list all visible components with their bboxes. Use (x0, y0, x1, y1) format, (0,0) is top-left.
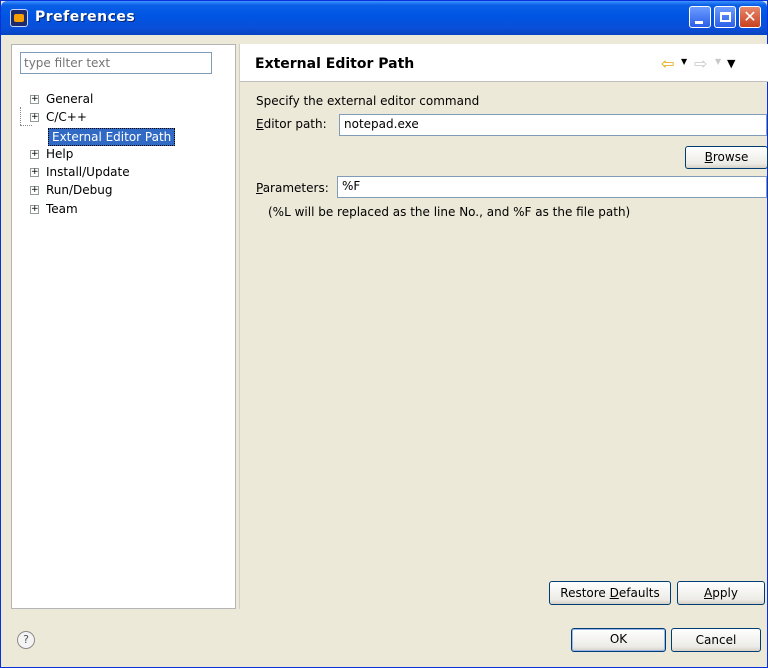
page-header: External Editor Path ⇦ ▼ ⇨ ▼ ▼ (240, 44, 768, 82)
filter-input[interactable] (20, 52, 212, 74)
expand-icon[interactable] (30, 186, 39, 196)
help-icon[interactable]: ? (17, 631, 35, 649)
parameters-field[interactable]: %F (337, 176, 767, 198)
expand-icon[interactable] (30, 168, 39, 178)
tree-item-label: Help (46, 146, 74, 161)
tree-item-label: C/C++ (46, 110, 87, 125)
preference-page: External Editor Path ⇦ ▼ ⇨ ▼ ▼ Specify t… (239, 44, 768, 609)
expand-icon[interactable] (30, 113, 39, 123)
browse-button[interactable]: Browse (685, 146, 768, 169)
page-description: Specify the external editor command (256, 94, 480, 108)
tree-item-label: Install/Update (46, 165, 130, 180)
tree-connector (20, 125, 32, 126)
editor-path-label: Editor path: (256, 117, 327, 131)
tree-connector (20, 107, 21, 125)
preferences-window: Preferences ✕ General C/C++ External Edi… (0, 0, 768, 668)
window-title: Preferences (35, 9, 136, 25)
back-arrow-icon[interactable]: ⇦ (661, 54, 674, 73)
parameters-label: Parameters: (256, 181, 329, 195)
maximize-button[interactable] (714, 6, 736, 28)
tree-item-label: External Editor Path (48, 127, 176, 146)
ok-button[interactable]: OK (571, 628, 666, 652)
restore-defaults-button[interactable]: Restore Defaults (549, 581, 671, 605)
app-icon (10, 9, 28, 27)
back-dropdown-icon[interactable]: ▼ (681, 57, 687, 66)
tree-item-label: General (46, 92, 94, 106)
expand-icon[interactable] (30, 95, 39, 104)
title-bar[interactable]: Preferences ✕ (1, 1, 767, 35)
close-button[interactable]: ✕ (739, 6, 761, 28)
editor-path-field[interactable]: notepad.exe (339, 114, 767, 136)
tree-item-label: Run/Debug (46, 183, 113, 198)
minimize-button[interactable] (689, 6, 711, 28)
forward-arrow-icon[interactable]: ⇨ (694, 54, 707, 73)
tree-item-label: Team (46, 201, 78, 216)
cancel-button[interactable]: Cancel (671, 628, 761, 652)
expand-icon[interactable] (30, 149, 39, 159)
preference-tree-panel: General C/C++ External Editor Path Help … (11, 44, 236, 609)
page-title: External Editor Path (255, 56, 415, 72)
expand-icon[interactable] (30, 204, 39, 214)
parameters-hint: (%L will be replaced as the line No., an… (268, 205, 631, 219)
apply-button[interactable]: Apply (677, 581, 765, 605)
forward-dropdown-icon[interactable]: ▼ (715, 57, 721, 66)
view-menu-icon[interactable]: ▼ (727, 57, 735, 70)
